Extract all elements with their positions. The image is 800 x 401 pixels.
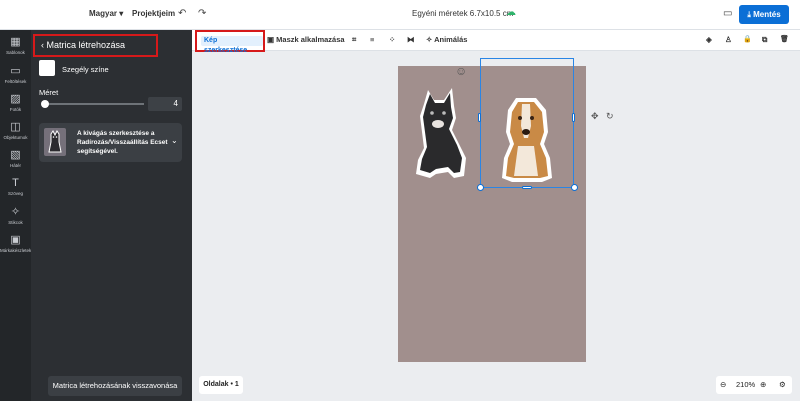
- crop-icon[interactable]: ⌗: [352, 35, 356, 45]
- rail-label: Objektumok: [3, 135, 28, 140]
- sticker-panel: ‹ Matrica létrehozása Szegély színe Mére…: [31, 30, 192, 401]
- border-color-swatch[interactable]: [39, 60, 55, 76]
- info-card[interactable]: A kivágás szerkesztése a Radírozás/Vissz…: [39, 123, 182, 162]
- size-slider[interactable]: [41, 100, 144, 108]
- chevron-down-icon[interactable]: ⌄: [171, 136, 178, 145]
- people-icon[interactable]: ♙: [725, 35, 732, 44]
- zoom-out-icon[interactable]: ⊖: [720, 380, 726, 389]
- folder-icon: ▭: [10, 65, 21, 77]
- text-icon: T: [12, 177, 19, 189]
- copy-icon[interactable]: ⧉: [762, 35, 767, 45]
- lines-icon[interactable]: ≡: [370, 35, 374, 44]
- chevron-left-icon: ‹: [41, 40, 44, 50]
- face-icon[interactable]: ☺: [455, 64, 467, 78]
- edit-image-button[interactable]: Kép szerkesztése: [201, 36, 263, 54]
- templates-icon: ▦: [10, 36, 21, 48]
- apply-mask-button[interactable]: ▣ Maszk alkalmazása: [267, 35, 345, 44]
- save-button[interactable]: ⤓ Mentés: [739, 5, 789, 24]
- delete-icon[interactable]: 🗑: [780, 35, 789, 43]
- selection-box[interactable]: [480, 58, 574, 188]
- slider-knob[interactable]: [41, 100, 49, 108]
- rail-item-templates[interactable]: ▦ Sablonok: [0, 36, 31, 55]
- rail-label: Márkakészletek: [0, 248, 32, 253]
- rail-label: Stikcok: [8, 220, 23, 225]
- rail-item-objects[interactable]: ◫ Objektumok: [0, 121, 31, 140]
- transparency-icon[interactable]: ⁘: [389, 35, 395, 44]
- photo-icon: ▨: [10, 93, 21, 105]
- comment-icon[interactable]: ▭: [723, 8, 732, 19]
- rail-item-text[interactable]: T Szöveg: [0, 177, 31, 196]
- edit-image-highlight: Kép szerkesztése: [195, 30, 265, 54]
- redo-icon[interactable]: ↷: [198, 8, 206, 19]
- rail-item-photos[interactable]: ▨ Fotók: [0, 93, 31, 112]
- layers-icon[interactable]: ◈: [706, 35, 712, 44]
- undo-icon[interactable]: ↶: [178, 8, 186, 19]
- rail-item-brand-kits[interactable]: ▣ Márkakészletek: [0, 234, 31, 253]
- dog-thumbnail-icon: [48, 130, 62, 153]
- resize-handle[interactable]: [478, 113, 481, 122]
- rotate-icon[interactable]: ↻: [606, 111, 614, 122]
- resize-handle[interactable]: [572, 113, 575, 122]
- flip-icon[interactable]: ⧓: [407, 35, 415, 44]
- cloud-saved-icon: ☁: [506, 7, 516, 18]
- pages-button[interactable]: Oldalak • 1: [199, 376, 243, 394]
- projects-link[interactable]: Projektjeim: [132, 9, 175, 18]
- language-selector[interactable]: Magyar ▾: [89, 9, 123, 18]
- document-title[interactable]: Egyéni méretek 6.7x10.5 cm: [412, 9, 513, 18]
- back-button[interactable]: ‹ Matrica létrehozása: [33, 34, 158, 57]
- rail-label: Hátér: [9, 163, 21, 168]
- back-label: Matrica létrehozása: [46, 40, 126, 50]
- sparkle-icon: ✧: [10, 206, 21, 218]
- size-input[interactable]: 4: [148, 97, 182, 111]
- rail-label: Szöveg: [7, 191, 23, 196]
- shapes-icon: ◫: [10, 121, 21, 133]
- zoom-controls: ⊖ 210% ⊕ ⚙: [716, 376, 792, 394]
- resize-handle[interactable]: [522, 186, 532, 189]
- settings-icon[interactable]: ⚙: [779, 380, 786, 389]
- move-icon[interactable]: ✥: [591, 111, 599, 122]
- size-label: Méret: [39, 88, 59, 97]
- undo-sticker-button[interactable]: Matrica létrehozásának visszavonása: [48, 376, 182, 396]
- rail-label: Fotók: [9, 107, 22, 112]
- rail-item-uploads[interactable]: ▭ Feltöltések: [0, 65, 31, 84]
- zoom-value[interactable]: 210%: [736, 380, 755, 389]
- rail-label: Feltöltések: [4, 79, 27, 84]
- image-toolbar: Kép szerkesztése ▣ Maszk alkalmazása ⌗ ≡…: [192, 30, 800, 54]
- background-icon: ▧: [10, 149, 21, 161]
- resize-handle[interactable]: [477, 184, 484, 191]
- rail-item-stickers[interactable]: ✧ Stikcok: [0, 206, 31, 225]
- zoom-in-icon[interactable]: ⊕: [760, 380, 766, 389]
- bulldog-sticker[interactable]: [408, 86, 474, 184]
- resize-handle[interactable]: [571, 184, 578, 191]
- lock-icon[interactable]: 🔒: [743, 35, 752, 43]
- rail-item-background[interactable]: ▧ Hátér: [0, 149, 31, 168]
- left-rail: ▦ Sablonok ▭ Feltöltések ▨ Fotók ◫ Objek…: [0, 30, 31, 401]
- animate-button[interactable]: ✧ Animálás: [426, 35, 467, 44]
- top-bar: Magyar ▾ Projektjeim ↶ ↷ Egyéni méretek …: [0, 0, 800, 30]
- rail-label: Sablonok: [6, 50, 25, 55]
- border-color-label: Szegély színe: [62, 65, 109, 74]
- briefcase-icon: ▣: [10, 234, 21, 246]
- info-text: A kivágás szerkesztése a Radírozás/Vissz…: [77, 130, 168, 155]
- info-thumbnail: [44, 128, 66, 156]
